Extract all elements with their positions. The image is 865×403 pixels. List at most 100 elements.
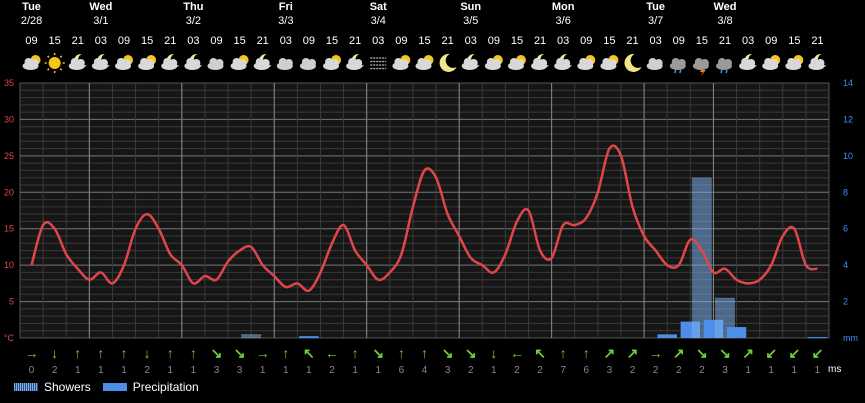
moon-shape — [439, 53, 457, 72]
wind-arrow: ↑ — [74, 345, 81, 361]
wind-arrow: ↑ — [398, 345, 405, 361]
day-name-8: Wed — [713, 1, 736, 13]
showers-bar — [691, 177, 712, 339]
wind-arrow: ↗ — [627, 345, 639, 361]
hour-label: 03 — [95, 35, 107, 47]
rain-drop — [725, 69, 728, 74]
y-tick-right: 6 — [843, 224, 848, 234]
partly-cloudy-night-icon — [91, 53, 110, 70]
wind-speed: 1 — [768, 365, 774, 376]
partly-cloudy-icon — [600, 55, 619, 70]
hour-label: 03 — [557, 35, 569, 47]
cloud-icon — [646, 58, 663, 70]
weather-chart: Tue 2/28 Wed 3/1 Thu 3/2 Fri 3/3 Sat 3/4 Sun 3/5 Mon… — [4, 1, 858, 376]
legend-showers-label: Showers — [44, 380, 91, 394]
y-tick-left: 35 — [4, 78, 14, 88]
cloud-puff — [677, 59, 686, 67]
cloud-puff — [99, 59, 108, 67]
hour-label: 15 — [326, 35, 338, 47]
wind-arrow: ↓ — [51, 345, 58, 361]
wind-speed: 1 — [375, 365, 381, 376]
hour-label: 09 — [488, 35, 500, 47]
partly-cloudy-icon — [507, 55, 526, 70]
wind-speed: 1 — [306, 365, 312, 376]
wind-speed: 1 — [352, 365, 358, 376]
partly-cloudy-night-icon — [346, 53, 365, 70]
partly-cloudy-night-icon — [531, 53, 550, 70]
cloud-puff — [469, 59, 478, 67]
wind-arrow: ↙ — [788, 345, 800, 361]
hour-label: 15 — [788, 35, 800, 47]
hour-label: 15 — [511, 35, 523, 47]
precipitation-bar — [299, 336, 319, 338]
wind-arrow: ↘ — [696, 345, 708, 361]
wind-speed: 1 — [191, 365, 197, 376]
cloud-puff — [654, 59, 663, 67]
hour-label: 09 — [395, 35, 407, 47]
hour-label: 03 — [650, 35, 662, 47]
day-name-1: Wed — [89, 1, 112, 13]
wind-speed: 1 — [98, 365, 104, 376]
sun-icon — [44, 53, 65, 73]
wind-speed: 1 — [260, 365, 266, 376]
wind-speed: 1 — [815, 365, 821, 376]
hour-label: 03 — [372, 35, 384, 47]
partly-cloudy-night-icon — [739, 53, 758, 70]
cloud-puff — [400, 59, 409, 67]
partly-cloudy-night-icon — [68, 53, 87, 70]
y-tick-left: 15 — [4, 224, 14, 234]
sun-ray — [59, 55, 63, 58]
hour-label: 09 — [303, 35, 315, 47]
y-tick-left: 10 — [4, 260, 14, 270]
forecast-header: Tue 2/28 Wed 3/1 Thu 3/2 Fri 3/3 Sat 3/4 Sun 3/5 Mon… — [21, 1, 824, 47]
wind-arrow: ↘ — [372, 345, 384, 361]
cloud-puff — [261, 59, 270, 67]
hour-label: 09 — [765, 35, 777, 47]
partly-cloudy-icon — [577, 55, 596, 70]
day-name-3: Fri — [279, 1, 293, 13]
wind-arrow: ↑ — [97, 345, 104, 361]
wind-speed: 2 — [676, 365, 682, 376]
shower-cloud-icon — [669, 58, 686, 74]
hour-label: 21 — [626, 35, 638, 47]
wind-speed: 2 — [653, 365, 659, 376]
wind-arrow: ↘ — [719, 345, 731, 361]
hour-label: 15 — [603, 35, 615, 47]
wind-speed: 1 — [792, 365, 798, 376]
cloud-puff — [30, 59, 39, 67]
cloud-puff — [492, 59, 501, 67]
cloud-puff — [192, 59, 201, 67]
day-date-6: 3/6 — [556, 15, 571, 27]
hour-label: 03 — [280, 35, 292, 47]
legend-precipitation: Precipitation — [102, 380, 199, 394]
day-date-2: 3/2 — [186, 15, 201, 27]
wind-speed: 1 — [491, 365, 497, 376]
wind-arrow: ↘ — [211, 345, 223, 361]
day-date-0: 2/28 — [21, 15, 42, 27]
wind-arrow: ↑ — [282, 345, 289, 361]
wind-arrow: → — [649, 345, 663, 361]
partly-cloudy-night-icon — [554, 53, 573, 70]
hour-label: 21 — [719, 35, 731, 47]
wind-arrow: ↘ — [442, 345, 454, 361]
precipitation-bar — [807, 337, 828, 339]
rain-drop — [679, 69, 682, 74]
wind-arrow: ↖ — [534, 345, 546, 361]
plot-area: 35 30 25 20 15 10 5 °C 14 12 10 8 6 4 2 mm — [4, 78, 858, 343]
cloud-puff — [747, 59, 756, 67]
cloud-puff — [123, 59, 132, 67]
cloud-puff — [423, 59, 432, 67]
cloud-puff — [238, 59, 247, 67]
sun-ray — [59, 68, 63, 71]
hour-label: 15 — [696, 35, 708, 47]
legend-showers-swatch — [14, 383, 38, 391]
wind-speed: 4 — [422, 365, 428, 376]
sun-ray — [47, 55, 50, 58]
wind-speed: 7 — [560, 365, 566, 376]
day-name-5: Sun — [460, 1, 481, 13]
wind-speed: 3 — [722, 365, 728, 376]
wind-speed: 2 — [52, 365, 58, 376]
wind-arrow: ↗ — [742, 345, 754, 361]
legend-showers: Showers — [14, 380, 91, 394]
day-date-3: 3/3 — [278, 15, 293, 27]
